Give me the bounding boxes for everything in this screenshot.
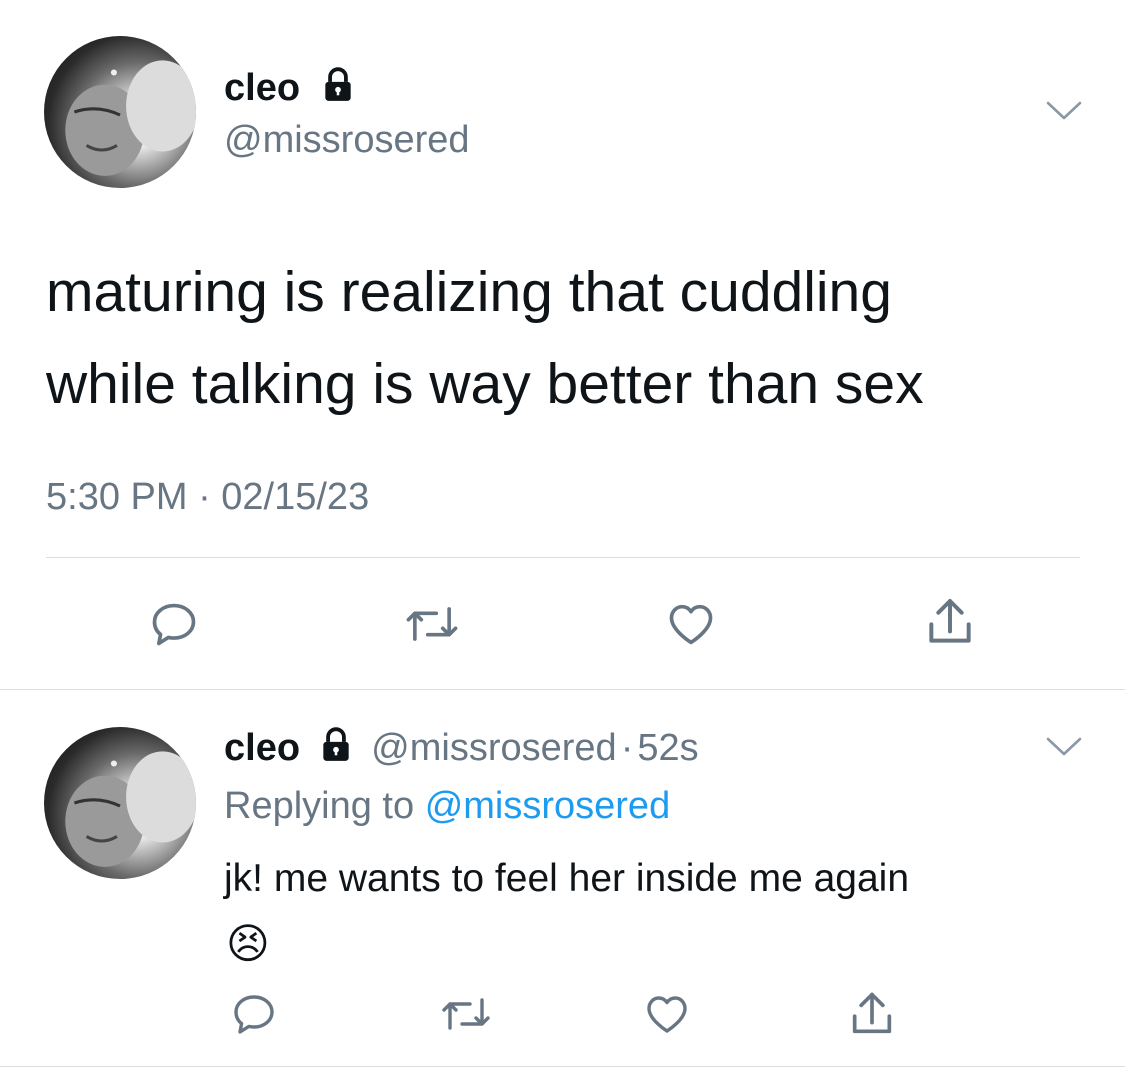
share-icon[interactable]: [846, 988, 898, 1040]
divider: [46, 557, 1080, 558]
avatar[interactable]: [44, 727, 196, 879]
retweet-icon[interactable]: [438, 990, 494, 1038]
reply-icon[interactable]: [230, 990, 278, 1038]
divider: [0, 689, 1125, 690]
tweet-age[interactable]: 52s: [637, 727, 698, 769]
chevron-down-icon[interactable]: [1044, 98, 1084, 124]
author-name[interactable]: cleo: [224, 727, 300, 769]
avatar-photo: [65, 60, 196, 176]
retweet-icon[interactable]: [402, 598, 462, 650]
replying-to-label: Replying to: [224, 785, 415, 827]
chevron-down-icon[interactable]: [1044, 734, 1084, 760]
share-icon[interactable]: [922, 594, 978, 650]
reply-text: jk! me wants to feel her inside me again: [224, 857, 910, 900]
author-handle[interactable]: @missrosered: [224, 118, 470, 162]
lock-icon: [319, 66, 357, 114]
divider: [0, 1066, 1125, 1067]
tweet-text: maturing is realizing that cuddling whil…: [46, 246, 924, 430]
reply-icon[interactable]: [148, 598, 200, 650]
like-icon[interactable]: [664, 598, 718, 650]
persevering-face-emoji: 😣: [226, 920, 270, 967]
tweet-text-line: while talking is way better than sex: [46, 352, 924, 416]
tweet-text-line: maturing is realizing that cuddling: [46, 260, 892, 324]
like-icon[interactable]: [642, 990, 692, 1038]
author-name[interactable]: cleo: [224, 67, 300, 109]
tweet-timestamp[interactable]: 5:30 PM · 02/15/23: [46, 474, 369, 520]
avatar[interactable]: [44, 36, 196, 188]
separator-dot: ·: [620, 727, 634, 770]
lock-icon: [317, 726, 355, 774]
replying-to-handle[interactable]: @missrosered: [425, 785, 671, 827]
author-handle[interactable]: @missrosered: [371, 727, 617, 769]
avatar-photo: [65, 751, 196, 867]
